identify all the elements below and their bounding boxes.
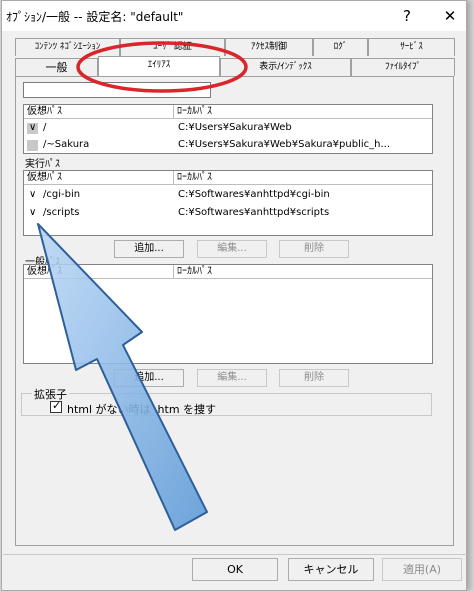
tab-access-control[interactable]: ｱｸｾｽ制御 xyxy=(225,38,313,56)
cancel-button[interactable]: キャンセル xyxy=(288,558,374,581)
general-path-list[interactable]: 仮想ﾊﾟｽ ﾛｰｶﾙﾊﾟｽ xyxy=(23,264,433,364)
list-header: 仮想ﾊﾟｽ ﾛｰｶﾙﾊﾟｽ xyxy=(24,105,432,119)
exec-edit-button[interactable]: 編集... xyxy=(197,240,267,258)
general-delete-button[interactable]: 削除 xyxy=(279,369,349,387)
htm-fallback-label[interactable]: html がない時は .htm を捜す xyxy=(67,401,216,417)
column-header-virtual[interactable]: 仮想ﾊﾟｽ xyxy=(24,105,174,119)
enabled-check[interactable]: ∨ xyxy=(27,122,38,134)
tab-user-auth[interactable]: ﾕｰｻﾞ 認証 xyxy=(120,38,225,56)
title-bar: ｵﾌﾟｼｮﾝ/一般 -- 設定名: "default" ? ✕ xyxy=(2,1,466,31)
local-path-cell: C:¥Users¥Sakura¥Web¥Sakura¥public_h... xyxy=(178,139,391,150)
column-header-virtual[interactable]: 仮想ﾊﾟｽ xyxy=(24,171,174,185)
tab-display-index[interactable]: 表示/ｲﾝﾃﾞｯｸｽ xyxy=(220,58,351,76)
virtual-path-cell: / xyxy=(43,122,47,133)
exec-path-list[interactable]: 仮想ﾊﾟｽ ﾛｰｶﾙﾊﾟｽ ∨ /cgi-bin C:¥Softwares¥an… xyxy=(23,170,433,236)
column-header-local[interactable]: ﾛｰｶﾙﾊﾟｽ xyxy=(174,105,434,119)
virtual-path-cell: /cgi-bin xyxy=(43,189,81,200)
tab-service[interactable]: ｻｰﾋﾞｽ xyxy=(368,38,455,56)
footer-separator xyxy=(3,554,467,555)
enabled-mark: ∨ xyxy=(29,189,37,200)
tab-file-type[interactable]: ﾌｧｲﾙﾀｲﾌﾟ xyxy=(351,58,455,76)
enabled-check[interactable] xyxy=(27,140,38,151)
table-row[interactable]: ∨ / C:¥Users¥Sakura¥Web xyxy=(24,120,432,136)
apply-button[interactable]: 適用(A) xyxy=(382,558,462,581)
local-path-cell: C:¥Softwares¥anhttpd¥cgi-bin xyxy=(178,189,330,200)
column-header-local[interactable]: ﾛｰｶﾙﾊﾟｽ xyxy=(174,171,434,185)
list-header: 仮想ﾊﾟｽ ﾛｰｶﾙﾊﾟｽ xyxy=(24,171,432,185)
close-icon[interactable]: ✕ xyxy=(438,5,462,27)
local-path-cell: C:¥Users¥Sakura¥Web xyxy=(178,122,292,133)
tab-general[interactable]: 一般 xyxy=(15,58,98,76)
htm-fallback-checkbox[interactable]: ✓ xyxy=(50,399,62,413)
table-row[interactable]: ∨ /cgi-bin C:¥Softwares¥anhttpd¥cgi-bin xyxy=(24,187,432,203)
table-row[interactable]: /~Sakura C:¥Users¥Sakura¥Web¥Sakura¥publ… xyxy=(24,137,432,153)
extension-label: 拡張子 xyxy=(32,386,69,402)
exec-add-button[interactable]: 追加... xyxy=(114,240,184,258)
table-row[interactable]: ∨ /scripts C:¥Softwares¥anhttpd¥scripts xyxy=(24,205,432,221)
alias-selector[interactable] xyxy=(23,82,211,98)
exec-path-label: 実行ﾊﾟｽ xyxy=(25,159,60,170)
tab-log[interactable]: ﾛｸﾞ xyxy=(313,38,368,56)
enabled-mark: ∨ xyxy=(29,207,37,218)
check-icon: ✓ xyxy=(52,399,62,412)
dialog-title: ｵﾌﾟｼｮﾝ/一般 -- 設定名: "default" xyxy=(6,10,184,24)
list-header: 仮想ﾊﾟｽ ﾛｰｶﾙﾊﾟｽ xyxy=(24,265,432,279)
column-header-local[interactable]: ﾛｰｶﾙﾊﾟｽ xyxy=(174,265,434,279)
local-path-cell: C:¥Softwares¥anhttpd¥scripts xyxy=(178,207,330,218)
ok-button[interactable]: OK xyxy=(192,558,278,581)
general-add-button[interactable]: 追加... xyxy=(114,369,184,387)
help-icon[interactable]: ? xyxy=(395,5,419,27)
options-dialog: ｵﾌﾟｼｮﾝ/一般 -- 設定名: "default" ? ✕ ｺﾝﾃﾝﾂ ﾈｺ… xyxy=(1,0,467,591)
virtual-path-cell: /scripts xyxy=(43,207,80,218)
column-header-virtual[interactable]: 仮想ﾊﾟｽ xyxy=(24,265,174,279)
virtual-path-list[interactable]: 仮想ﾊﾟｽ ﾛｰｶﾙﾊﾟｽ ∨ / C:¥Users¥Sakura¥Web /~… xyxy=(23,104,433,154)
tab-content-negotiation[interactable]: ｺﾝﾃﾝﾂ ﾈｺﾞｼｴｰｼｮﾝ xyxy=(15,38,120,56)
general-edit-button[interactable]: 編集... xyxy=(197,369,267,387)
tab-alias[interactable]: ｴｲﾘｱｽ xyxy=(98,56,220,77)
exec-delete-button[interactable]: 削除 xyxy=(279,240,349,258)
virtual-path-cell: /~Sakura xyxy=(43,139,90,150)
